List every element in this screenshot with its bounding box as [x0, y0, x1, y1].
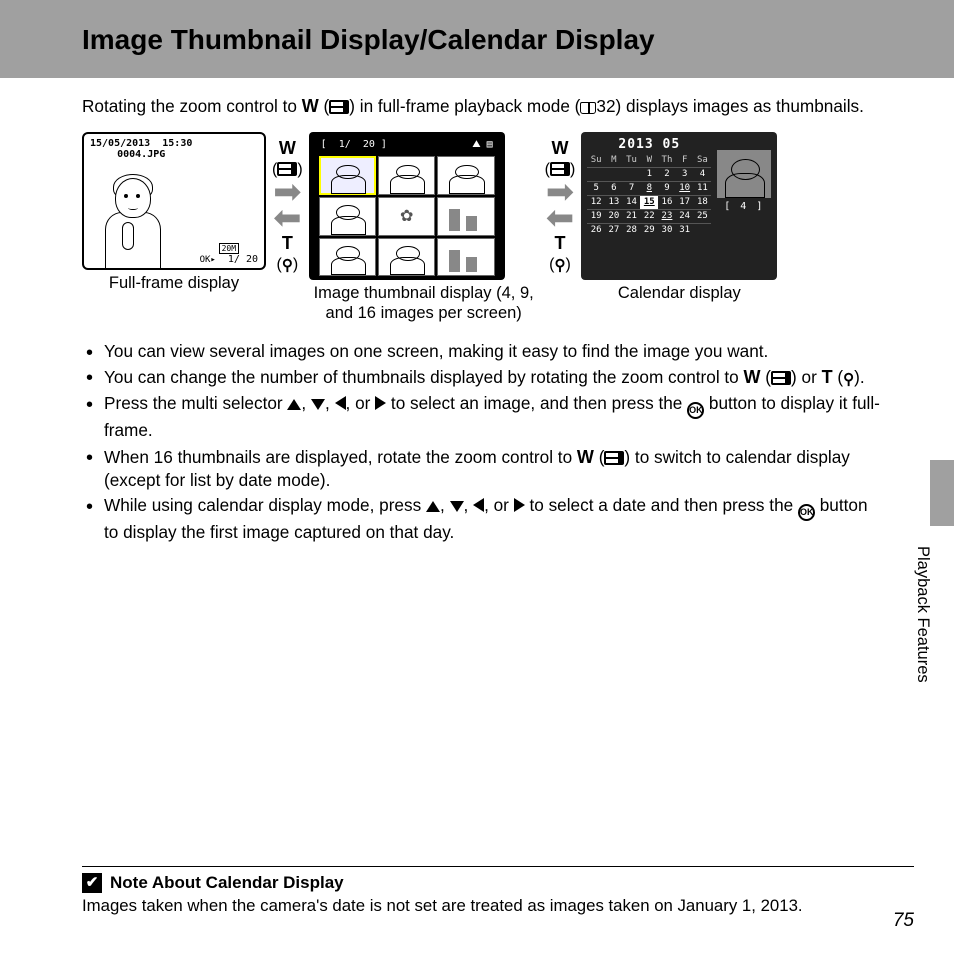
note-heading: Note About Calendar Display	[82, 873, 914, 893]
right-arrow-icon	[514, 498, 525, 512]
book-ref-icon	[580, 102, 596, 114]
calendar-title: 2013 05	[587, 138, 711, 151]
thumbgrid-illustration: [ 1/ 20 ] ⛰ ▤	[309, 132, 505, 280]
down-arrow-icon	[311, 399, 325, 410]
down-arrow-icon	[450, 501, 464, 512]
thumbnail-icon	[329, 100, 349, 114]
zoom-arrows-2: W () ➡ ⬅ T (⚲)	[545, 132, 576, 274]
thumbnail-cell	[378, 197, 435, 236]
intro-post: ) displays images as thumbnails.	[616, 96, 864, 116]
section-tab	[930, 460, 954, 526]
thumbnail-cell	[437, 197, 494, 236]
magnify-icon: ⚲	[554, 257, 565, 274]
calendar-count: [ 4 ]	[717, 202, 771, 212]
thumbgrid-icons: ⛰ ▤	[472, 138, 492, 154]
t-label-arrow2: T	[554, 233, 565, 253]
fullframe-counter: 20M OK▸ 1/ 20	[200, 243, 258, 265]
intro-paragraph: Rotating the zoom control to W () in ful…	[0, 78, 954, 118]
thumbnail-icon	[277, 162, 297, 176]
intro-mid: ) in full-frame playback mode (	[349, 96, 580, 116]
left-arrow-icon	[335, 396, 346, 410]
bullet-4: When 16 thumbnails are displayed, rotate…	[104, 445, 914, 493]
thumbnail-cell-selected	[319, 156, 376, 195]
thumbgrid-header: [ 1/ 20 ] ⛰ ▤	[319, 136, 495, 154]
thumbnail-icon	[604, 451, 624, 465]
bullet-1: You can view several images on one scree…	[104, 340, 914, 363]
thumbnail-cell	[319, 238, 376, 277]
magnify-icon: ⚲	[282, 257, 293, 274]
intro-ref: 32	[596, 96, 615, 116]
w-label: W	[302, 96, 319, 116]
fullframe-illustration: 15/05/2013 15:30 0004.JPG 20M OK▸ 1/ 20	[82, 132, 266, 270]
header-bar: Image Thumbnail Display/Calendar Display	[0, 0, 954, 78]
ok-button-icon: OK	[798, 504, 815, 521]
thumbgrid-caption: Image thumbnail display (4, 9, and 16 im…	[309, 284, 539, 324]
w-label-arrow2: W	[551, 138, 568, 158]
calendar-caption: Calendar display	[581, 284, 777, 304]
person-illustration	[100, 172, 170, 268]
left-arrow-icon	[473, 498, 484, 512]
note-section: Note About Calendar Display Images taken…	[82, 866, 914, 916]
section-label: Playback Features	[913, 546, 932, 683]
calendar-thumb	[717, 150, 771, 198]
thumbnail-cell	[378, 238, 435, 277]
intro-pre: Rotating the zoom control to	[82, 96, 302, 116]
w-label-arrow1: W	[279, 138, 296, 158]
thumbgrid-figure: [ 1/ 20 ] ⛰ ▤ Image thumbnail display (4…	[309, 132, 539, 324]
calendar-figure: 2013 05 SuMTuWThFSa 12345678910111213141…	[581, 132, 777, 304]
calendar-grid: SuMTuWThFSa 1234567891011121314151617181…	[587, 154, 711, 237]
thumbnail-cell	[437, 238, 494, 277]
fullframe-caption: Full-frame display	[82, 274, 266, 294]
page-title: Image Thumbnail Display/Calendar Display	[82, 24, 954, 56]
note-body: Images taken when the camera's date is n…	[82, 896, 914, 916]
up-arrow-icon	[287, 399, 301, 410]
thumbnail-icon	[550, 162, 570, 176]
t-label-arrow1: T	[282, 233, 293, 253]
page-number: 75	[893, 910, 914, 932]
up-arrow-icon	[426, 501, 440, 512]
fullframe-figure: 15/05/2013 15:30 0004.JPG 20M OK▸ 1/ 20 …	[82, 132, 266, 294]
thumbnail-cell	[437, 156, 494, 195]
thumbnail-cell	[319, 197, 376, 236]
right-arrow-icon	[375, 396, 386, 410]
bullet-2: You can change the number of thumbnails …	[104, 365, 914, 390]
thumbnail-icon	[771, 371, 791, 385]
bullet-3: Press the multi selector , , , or to sel…	[104, 392, 914, 442]
fullframe-metadata: 15/05/2013 15:30 0004.JPG	[90, 138, 192, 160]
arrow-left-icon: ⬅	[273, 207, 302, 231]
figures-row: 15/05/2013 15:30 0004.JPG 20M OK▸ 1/ 20 …	[82, 132, 914, 324]
bullet-5: While using calendar display mode, press…	[104, 494, 914, 544]
checkmark-icon	[82, 873, 102, 893]
zoom-arrows-1: W () ➡ ⬅ T (⚲)	[272, 132, 303, 274]
bullet-list: You can view several images on one scree…	[0, 336, 954, 544]
ok-button-icon: OK	[687, 402, 704, 419]
arrow-left-icon: ⬅	[546, 207, 575, 231]
calendar-illustration: 2013 05 SuMTuWThFSa 12345678910111213141…	[581, 132, 777, 280]
thumbnail-cell	[378, 156, 435, 195]
magnify-icon: ⚲	[843, 371, 854, 388]
